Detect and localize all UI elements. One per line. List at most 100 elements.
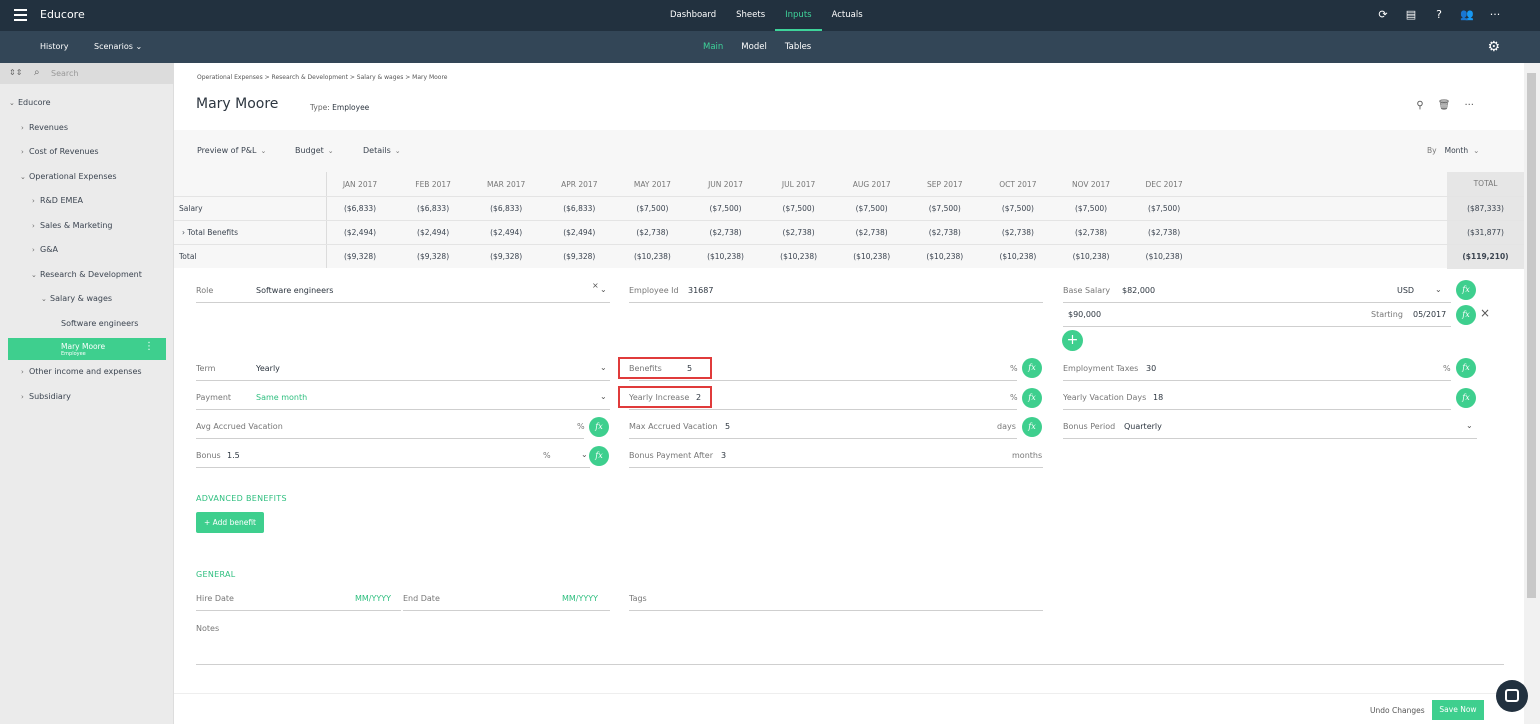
row-label[interactable]: › Total Benefits [182, 228, 238, 237]
sidebar-item-subsidiary[interactable]: › Subsidiary [0, 387, 174, 412]
chevron-down-icon[interactable]: ⌄ [600, 392, 607, 401]
employee-id-field[interactable]: Employee Id 31687 [629, 281, 1043, 303]
bonus-period-field[interactable]: Bonus Period Quarterly ⌄ [1063, 417, 1477, 439]
payment-field[interactable]: Payment Same month ⌄ [196, 388, 610, 410]
sidebar-item-cost-of-revenues[interactable]: › Cost of Revenues [0, 142, 174, 167]
chevron-down-icon: ⌄ [41, 295, 47, 303]
nav-inputs[interactable]: Inputs [775, 0, 822, 31]
close-icon[interactable]: × [1480, 306, 1490, 320]
hamburger-menu-icon[interactable] [14, 9, 27, 21]
formula-button[interactable]: fx [1456, 388, 1476, 408]
clear-icon[interactable]: × [592, 281, 599, 290]
search-input[interactable]: Search [51, 69, 78, 78]
formula-button[interactable]: fx [1456, 358, 1476, 378]
more-icon[interactable]: ··· [1464, 100, 1474, 111]
kebab-menu-icon[interactable]: ⋮ [144, 338, 154, 356]
scrollbar-thumb[interactable] [1527, 73, 1536, 598]
chevron-down-icon[interactable]: ⌄ [1435, 285, 1442, 294]
column-header: MAY 2017 [633, 180, 671, 189]
sidebar-item-educore[interactable]: ⌄ Educore [0, 93, 174, 118]
save-now-button[interactable]: Save Now [1432, 700, 1484, 720]
chevron-right-icon: › [32, 197, 35, 205]
undo-changes-button[interactable]: Undo Changes [1370, 706, 1425, 715]
sidebar: ⇕⇕ ⌕ Search ⌄ Educore › Revenues › Cost of … [0, 63, 174, 724]
formula-button[interactable]: fx [589, 446, 609, 466]
table-cell: ($2,738) [928, 228, 961, 237]
scrollbar[interactable] [1524, 63, 1540, 724]
nav-dashboard[interactable]: Dashboard [660, 0, 726, 31]
nav-sheets[interactable]: Sheets [726, 0, 775, 31]
tab-model[interactable]: Model [732, 31, 776, 63]
sidebar-item-mary-moore[interactable]: Mary Moore Employee ⋮ [8, 338, 166, 360]
sidebar-item-ga[interactable]: › G&A [0, 240, 174, 265]
nav-actuals[interactable]: Actuals [822, 0, 873, 31]
tab-tables[interactable]: Tables [776, 31, 820, 63]
bonus-payment-after-field[interactable]: Bonus Payment After 3 months [629, 446, 1043, 468]
hire-date-field[interactable]: Hire Date MM/YYYY [196, 589, 401, 611]
formula-button[interactable]: fx [1022, 358, 1042, 378]
budget-dropdown[interactable]: Budget ⌄ [295, 146, 334, 155]
sidebar-item-other-income[interactable]: › Other income and expenses [0, 362, 174, 387]
bonus-payment-after-value: 3 [721, 451, 727, 460]
notes-field[interactable]: Notes [196, 619, 1504, 665]
sidebar-item-research-development[interactable]: ⌄ Research & Development [0, 265, 174, 290]
formula-button[interactable]: fx [1456, 305, 1476, 325]
salary-change-value: $90,000 [1068, 310, 1102, 319]
preview-dropdown[interactable]: Preview of P&L ⌄ [197, 146, 266, 155]
currency-value[interactable]: USD [1397, 286, 1414, 295]
end-date-field[interactable]: End Date MM/YYYY [403, 589, 610, 611]
tags-field[interactable]: Tags [629, 589, 1043, 611]
max-accrued-vacation-field[interactable]: Max Accrued Vacation 5 days [629, 417, 1017, 439]
trash-icon[interactable]: 🗑 [1438, 100, 1451, 111]
sidebar-item-revenues[interactable]: › Revenues [0, 118, 174, 143]
chevron-down-icon[interactable]: ⌄ [1466, 421, 1473, 430]
help-icon[interactable]: ? [1432, 8, 1446, 22]
add-benefit-button[interactable]: + Add benefit [196, 512, 264, 533]
history-link[interactable]: History [40, 42, 68, 51]
chevron-down-icon[interactable]: ⌄ [600, 363, 607, 372]
add-salary-change-button[interactable]: + [1062, 330, 1083, 351]
tab-main[interactable]: Main [694, 31, 732, 63]
sidebar-item-rd-emea[interactable]: › R&D EMEA [0, 191, 174, 216]
gear-icon[interactable]: ⚙ [1487, 39, 1500, 55]
formula-button[interactable]: fx [1022, 388, 1042, 408]
type-value: Employee [332, 103, 370, 112]
row-total: ($31,877) [1447, 221, 1524, 245]
sync-icon[interactable]: ⟳ [1376, 8, 1390, 22]
breadcrumb[interactable]: Operational Expenses > Research & Develo… [197, 74, 448, 81]
chevron-right-icon: › [21, 368, 24, 376]
sidebar-search[interactable]: ⇕⇕ ⌕ Search [0, 63, 174, 84]
notifications-icon[interactable]: ▤ [1404, 8, 1418, 22]
chat-launcher-button[interactable] [1496, 680, 1528, 712]
table-cell: ($7,500) [1148, 204, 1181, 213]
chevron-down-icon[interactable]: ⌄ [600, 285, 607, 294]
chevron-down-icon[interactable]: ⌄ [581, 450, 588, 459]
location-pin-icon[interactable]: ⚲ [1416, 100, 1423, 111]
chevron-down-icon: ⌄ [327, 147, 334, 155]
formula-button[interactable]: fx [1456, 280, 1476, 300]
sidebar-item-software-engineers[interactable]: Software engineers [0, 314, 174, 339]
avg-accrued-vacation-field[interactable]: Avg Accrued Vacation % [196, 417, 585, 439]
yearly-vacation-field[interactable]: Yearly Vacation Days 18 [1063, 388, 1451, 410]
details-dropdown[interactable]: Details ⌄ [363, 146, 401, 155]
period-selector[interactable]: By Month ⌄ [1427, 146, 1479, 155]
employment-taxes-field[interactable]: Employment Taxes 30 % [1063, 359, 1451, 381]
term-field[interactable]: Term Yearly ⌄ [196, 359, 610, 381]
more-icon[interactable]: ··· [1488, 8, 1502, 22]
chevron-right-icon: › [32, 246, 35, 254]
sidebar-item-sales-marketing[interactable]: › Sales & Marketing [0, 216, 174, 241]
sidebar-item-salary-wages[interactable]: ⌄ Salary & wages [0, 289, 174, 314]
expand-collapse-icon[interactable]: ⇕⇕ [9, 68, 22, 77]
role-field[interactable]: Role Software engineers × ⌄ [196, 281, 610, 303]
salary-change-field[interactable]: $90,000 Starting 05/2017 [1063, 305, 1451, 327]
formula-button[interactable]: fx [589, 417, 609, 437]
scenarios-dropdown[interactable]: Scenarios ⌄ [94, 42, 142, 51]
bonus-field[interactable]: Bonus 1.5 % ⌄ [196, 446, 590, 468]
table-cell: ($6,833) [343, 204, 377, 213]
base-salary-field[interactable]: Base Salary $82,000 USD ⌄ [1063, 281, 1451, 303]
users-icon[interactable]: 👥 [1460, 8, 1474, 22]
formula-button[interactable]: fx [1022, 417, 1042, 437]
page-title: Mary Moore [196, 96, 279, 112]
table-cell: ($2,738) [709, 228, 742, 237]
sidebar-item-operational-expenses[interactable]: ⌄ Operational Expenses [0, 167, 174, 192]
